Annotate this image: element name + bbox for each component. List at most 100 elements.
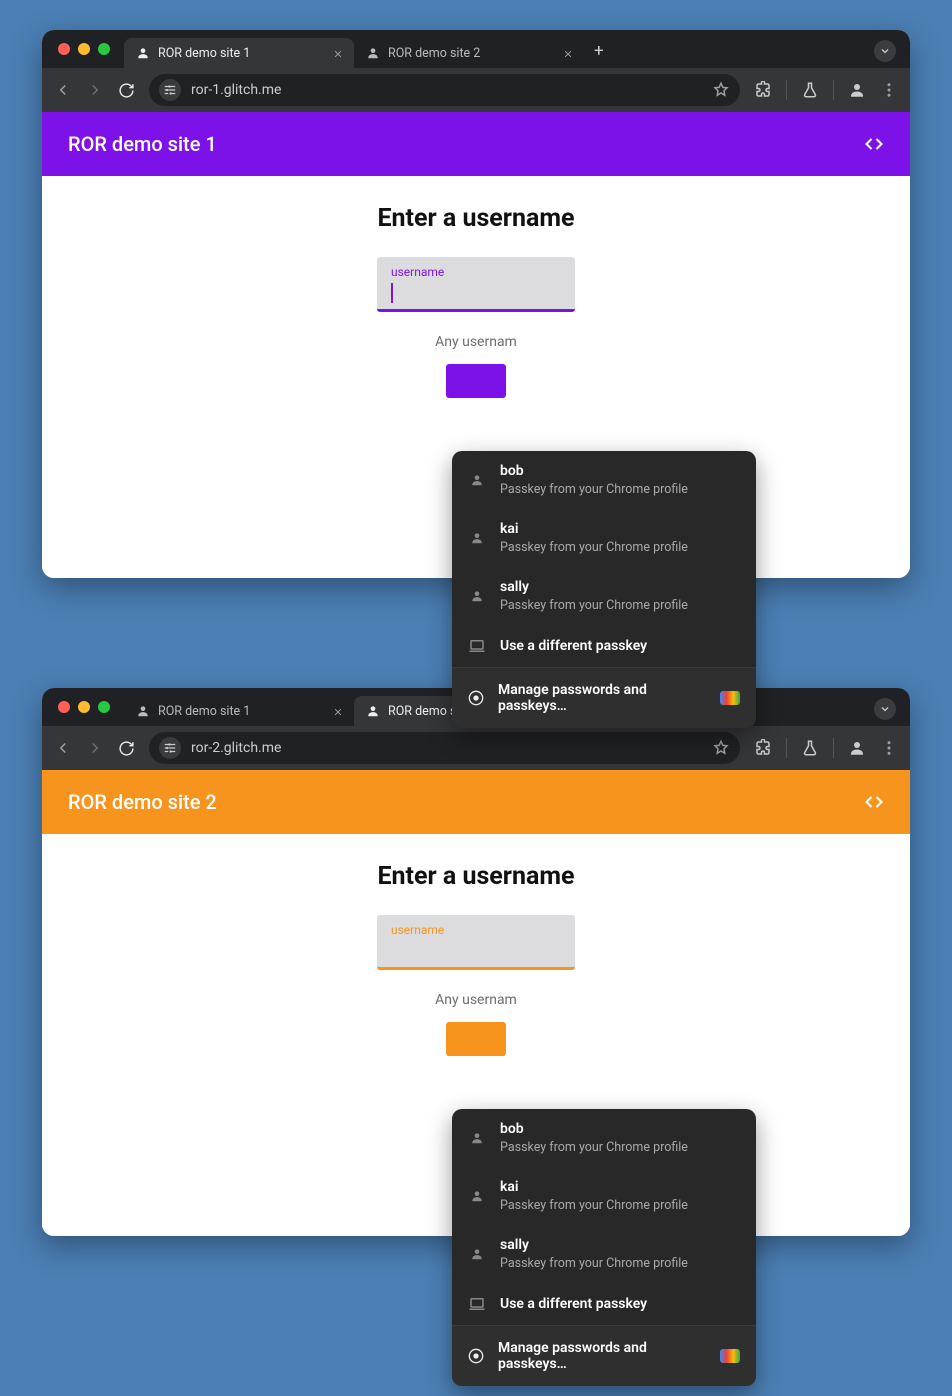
nav-refresh-icon[interactable] [118, 82, 135, 99]
nav-back-icon[interactable] [54, 739, 72, 757]
manage-passwords[interactable]: Manage passwords and passkeys… [452, 1326, 756, 1386]
passkey-username: bob [500, 1121, 688, 1137]
username-input[interactable]: username [377, 915, 575, 970]
passkey-user-icon [468, 531, 486, 545]
nav-forward-icon[interactable] [86, 81, 104, 99]
passkey-item[interactable]: bob Passkey from your Chrome profile [452, 1109, 756, 1167]
passkey-subtitle: Passkey from your Chrome profile [500, 598, 688, 613]
passkey-username: sally [500, 579, 688, 595]
site-settings-icon[interactable] [159, 737, 181, 759]
window-maximize-icon[interactable] [98, 43, 110, 55]
toolbar: ror-2.glitch.me [42, 726, 910, 770]
passkey-subtitle: Passkey from your Chrome profile [500, 482, 688, 497]
input-label: username [391, 265, 561, 279]
browser-tab[interactable]: ROR demo site 2 × [354, 38, 584, 68]
labs-icon[interactable] [801, 81, 819, 99]
window-minimize-icon[interactable] [78, 701, 90, 713]
tab-close-icon[interactable]: × [562, 44, 574, 62]
page-title: Enter a username [377, 862, 574, 891]
tab-title: ROR demo site 1 [158, 46, 324, 61]
input-label: username [391, 923, 561, 937]
profile-icon[interactable] [848, 81, 866, 99]
passkey-username: kai [500, 1179, 688, 1195]
passkey-username: kai [500, 521, 688, 537]
passkey-user-icon [468, 1131, 486, 1145]
passkey-user-icon [468, 1189, 486, 1203]
site-settings-icon[interactable] [159, 79, 181, 101]
tab-strip: ROR demo site 1 × ROR demo site 2 × + [124, 30, 900, 68]
app-title: ROR demo site 2 [68, 790, 217, 814]
tab-close-icon[interactable]: × [332, 44, 344, 62]
tab-title: ROR demo site 2 [388, 46, 554, 61]
labs-icon[interactable] [801, 739, 819, 757]
window-minimize-icon[interactable] [78, 43, 90, 55]
window-close-icon[interactable] [58, 701, 70, 713]
browser-window: ROR demo site 1 × ROR demo site 2 × + ro… [42, 688, 910, 1236]
passkey-username: bob [500, 463, 688, 479]
helper-text: Any usernam [435, 992, 517, 1008]
passkey-item[interactable]: bob Passkey from your Chrome profile [452, 451, 756, 509]
tab-favicon-icon [366, 704, 380, 718]
next-button[interactable] [446, 364, 506, 398]
laptop-icon [468, 637, 486, 655]
titlebar: ROR demo site 1 × ROR demo site 2 × + [42, 30, 910, 68]
passkey-subtitle: Passkey from your Chrome profile [500, 1140, 688, 1155]
passkey-subtitle: Passkey from your Chrome profile [500, 540, 688, 555]
view-source-icon[interactable] [864, 792, 884, 812]
nav-back-icon[interactable] [54, 81, 72, 99]
browser-tab[interactable]: ROR demo site 1 × [124, 38, 354, 68]
url-text: ror-1.glitch.me [191, 82, 281, 98]
nav-refresh-icon[interactable] [118, 740, 135, 757]
passkey-subtitle: Passkey from your Chrome profile [500, 1198, 688, 1213]
extensions-icon[interactable] [754, 739, 772, 757]
toolbar-actions [754, 738, 898, 758]
helper-text: Any usernam [435, 334, 517, 350]
manage-passwords[interactable]: Manage passwords and passkeys… [452, 668, 756, 728]
page-content: Enter a username username Any usernam bo… [42, 176, 910, 578]
view-source-icon[interactable] [864, 134, 884, 154]
passkey-item[interactable]: kai Passkey from your Chrome profile [452, 509, 756, 567]
username-input[interactable]: username [377, 257, 575, 312]
browser-tab[interactable]: ROR demo site 1 × [124, 696, 354, 726]
passkey-item[interactable]: sally Passkey from your Chrome profile [452, 567, 756, 625]
passkey-username: sally [500, 1237, 688, 1253]
use-different-passkey[interactable]: Use a different passkey [452, 625, 756, 667]
use-different-passkey[interactable]: Use a different passkey [452, 1283, 756, 1325]
window-controls [58, 701, 110, 713]
menu-icon[interactable] [880, 739, 898, 757]
tab-search-icon[interactable] [874, 698, 896, 720]
passkey-item[interactable]: kai Passkey from your Chrome profile [452, 1167, 756, 1225]
chrome-icon [468, 1348, 484, 1364]
nav-forward-icon[interactable] [86, 739, 104, 757]
url-text: ror-2.glitch.me [191, 740, 281, 756]
browser-window: ROR demo site 1 × ROR demo site 2 × + ro… [42, 30, 910, 578]
tab-favicon-icon [136, 704, 150, 718]
google-password-icon [720, 1349, 740, 1363]
menu-icon[interactable] [880, 81, 898, 99]
passkey-subtitle: Passkey from your Chrome profile [500, 1256, 688, 1271]
profile-icon[interactable] [848, 739, 866, 757]
address-bar[interactable]: ror-1.glitch.me [149, 74, 740, 106]
address-bar[interactable]: ror-2.glitch.me [149, 732, 740, 764]
window-maximize-icon[interactable] [98, 701, 110, 713]
tab-search-icon[interactable] [874, 40, 896, 62]
next-button[interactable] [446, 1022, 506, 1056]
new-tab-icon[interactable]: + [584, 41, 614, 61]
tab-close-icon[interactable]: × [332, 702, 344, 720]
text-caret [391, 283, 393, 303]
passkey-user-icon [468, 473, 486, 487]
tab-favicon-icon [136, 46, 150, 60]
passkey-dropdown: bob Passkey from your Chrome profile kai… [452, 1109, 756, 1386]
toolbar-actions [754, 80, 898, 100]
google-password-icon [720, 691, 740, 705]
tab-favicon-icon [366, 46, 380, 60]
passkey-item[interactable]: sally Passkey from your Chrome profile [452, 1225, 756, 1283]
window-close-icon[interactable] [58, 43, 70, 55]
app-header: ROR demo site 1 [42, 112, 910, 176]
page-content: Enter a username username Any usernam bo… [42, 834, 910, 1236]
bookmark-icon[interactable] [712, 739, 730, 757]
extensions-icon[interactable] [754, 81, 772, 99]
tab-title: ROR demo site 1 [158, 704, 324, 719]
passkey-dropdown: bob Passkey from your Chrome profile kai… [452, 451, 756, 728]
bookmark-icon[interactable] [712, 81, 730, 99]
